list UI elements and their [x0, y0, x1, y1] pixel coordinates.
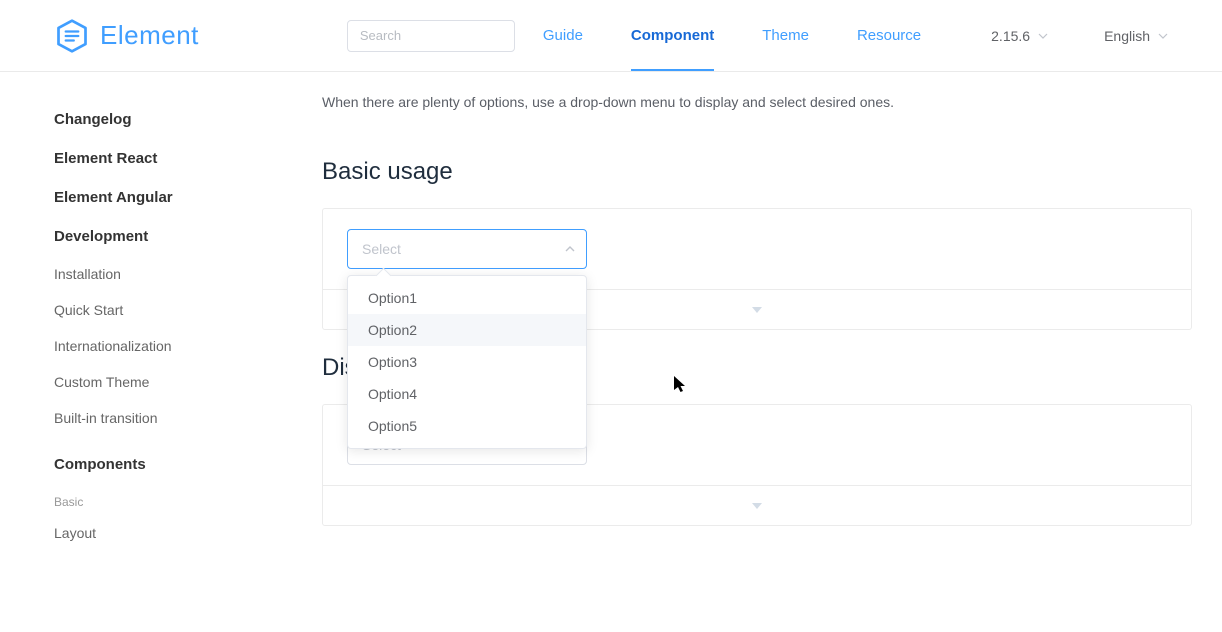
top-nav: Guide Component Theme Resource — [543, 0, 921, 71]
element-logo-icon — [54, 18, 90, 54]
sidebar-group-basic: Basic — [54, 481, 260, 515]
sidebar: Changelog Element React Element Angular … — [0, 72, 260, 551]
sidebar-item-changelog[interactable]: Changelog — [54, 100, 260, 139]
caret-down-icon — [752, 307, 762, 313]
nav-resource[interactable]: Resource — [857, 0, 921, 71]
language-selector[interactable]: English — [1104, 28, 1168, 44]
demo-expand-toggle[interactable] — [323, 485, 1191, 525]
demo-box-basic-usage: Option1 Option2 Option3 Option4 Option5 — [322, 208, 1192, 330]
select-option[interactable]: Option1 — [348, 282, 586, 314]
sidebar-item-built-in-transition[interactable]: Built-in transition — [54, 400, 260, 436]
version-label: 2.15.6 — [991, 28, 1030, 44]
section-basic-usage-title: Basic usage — [322, 158, 1192, 186]
chevron-down-icon — [1038, 31, 1048, 41]
caret-down-icon — [752, 503, 762, 509]
select-option[interactable]: Option5 — [348, 410, 586, 442]
intro-text: When there are plenty of options, use a … — [322, 94, 1192, 110]
sidebar-item-element-angular[interactable]: Element Angular — [54, 178, 260, 217]
select-option[interactable]: Option2 — [348, 314, 586, 346]
select-input[interactable] — [347, 229, 587, 269]
sidebar-item-custom-theme[interactable]: Custom Theme — [54, 364, 260, 400]
select-dropdown: Option1 Option2 Option3 Option4 Option5 — [347, 275, 587, 449]
header: Element Guide Component Theme Resource 2… — [0, 0, 1222, 72]
sidebar-item-internationalization[interactable]: Internationalization — [54, 328, 260, 364]
sidebar-item-element-react[interactable]: Element React — [54, 139, 260, 178]
select-option[interactable]: Option4 — [348, 378, 586, 410]
main-content: When there are plenty of options, use a … — [260, 72, 1222, 551]
select-basic[interactable]: Option1 Option2 Option3 Option4 Option5 — [347, 229, 587, 269]
nav-component[interactable]: Component — [631, 0, 714, 71]
nav-theme[interactable]: Theme — [762, 0, 809, 71]
sidebar-item-quick-start[interactable]: Quick Start — [54, 292, 260, 328]
version-selector[interactable]: 2.15.6 — [991, 28, 1048, 44]
search-input[interactable] — [347, 20, 515, 52]
sidebar-item-installation[interactable]: Installation — [54, 256, 260, 292]
chevron-down-icon — [1158, 31, 1168, 41]
nav-guide[interactable]: Guide — [543, 0, 583, 71]
sidebar-item-development[interactable]: Development — [54, 217, 260, 256]
sidebar-heading-components: Components — [54, 436, 260, 481]
logo-text: Element — [100, 20, 199, 51]
select-option[interactable]: Option3 — [348, 346, 586, 378]
language-label: English — [1104, 28, 1150, 44]
logo[interactable]: Element — [54, 18, 199, 54]
sidebar-item-layout[interactable]: Layout — [54, 515, 260, 551]
